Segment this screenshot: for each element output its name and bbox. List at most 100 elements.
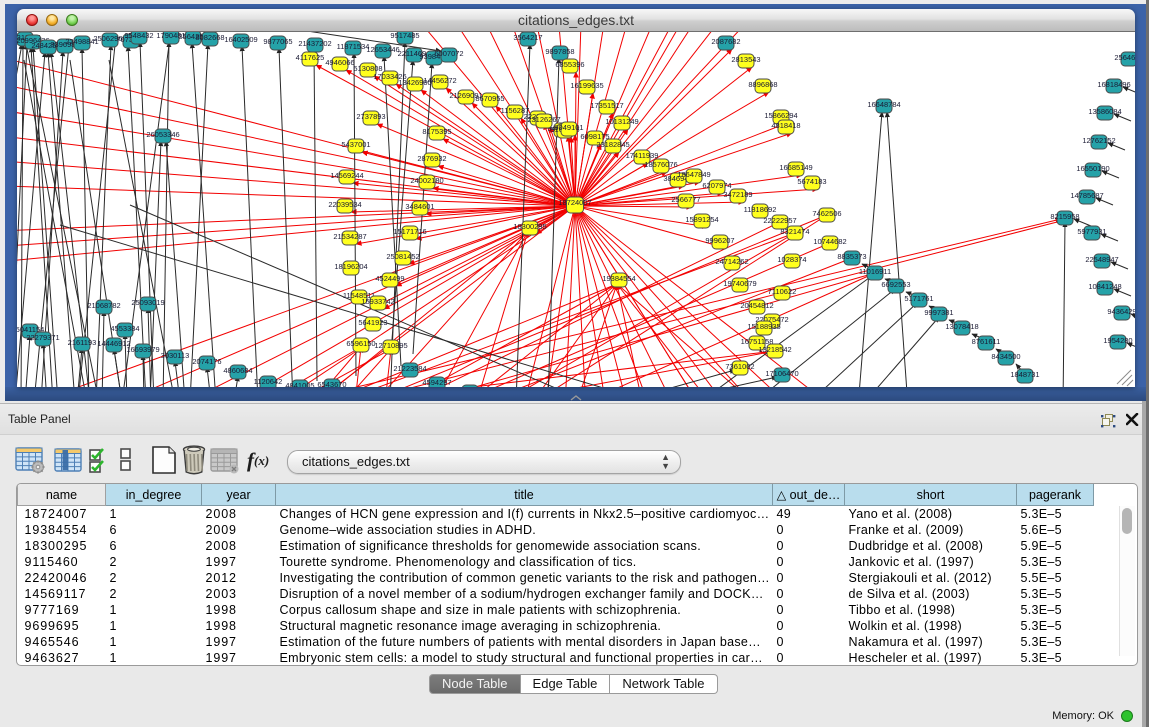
- svg-text:4117625: 4117625: [296, 53, 325, 62]
- svg-text:9997381: 9997381: [924, 308, 953, 317]
- svg-text:4553384: 4553384: [110, 324, 139, 333]
- svg-text:19384554: 19384554: [602, 274, 635, 283]
- svg-text:12762152: 12762152: [1082, 136, 1115, 145]
- svg-text:5437001: 5437001: [341, 140, 370, 149]
- svg-text:9548432: 9548432: [124, 32, 153, 40]
- svg-text:8082668: 8082668: [195, 33, 224, 42]
- svg-text:15933742: 15933742: [361, 297, 394, 306]
- svg-text:6596150: 6596150: [346, 339, 375, 348]
- svg-text:6049101: 6049101: [554, 123, 583, 132]
- svg-text:16402509: 16402509: [224, 35, 257, 44]
- svg-text:22279371: 22279371: [26, 333, 59, 342]
- svg-text:18300295: 18300295: [513, 222, 546, 231]
- svg-text:3030113: 3030113: [161, 351, 190, 360]
- svg-text:2564689: 2564689: [1114, 53, 1135, 62]
- svg-text:4841005: 4841005: [285, 381, 314, 387]
- svg-text:13078418: 13078418: [945, 322, 978, 331]
- svg-text:6207974: 6207974: [702, 181, 731, 190]
- svg-text:3564217: 3564217: [513, 33, 542, 42]
- svg-text:16693979: 16693979: [126, 345, 159, 354]
- svg-text:17106470: 17106470: [765, 369, 798, 378]
- svg-text:3472189: 3472189: [723, 190, 752, 199]
- svg-text:14456272: 14456272: [423, 76, 456, 85]
- svg-text:8175395: 8175395: [422, 127, 451, 136]
- svg-text:15866294: 15866294: [764, 111, 797, 120]
- svg-text:2566777: 2566777: [671, 195, 700, 204]
- svg-text:21534287: 21534287: [333, 232, 366, 241]
- svg-text:5977931: 5977931: [1077, 227, 1106, 236]
- svg-text:18576076: 18576076: [644, 160, 677, 169]
- svg-text:11016911: 11016911: [859, 267, 891, 276]
- svg-text:4594297: 4594297: [422, 378, 451, 387]
- svg-text:9897858: 9897858: [545, 47, 574, 56]
- svg-text:6855396: 6855396: [555, 60, 584, 69]
- svg-text:12653446: 12653446: [366, 45, 399, 54]
- svg-text:16648784: 16648784: [867, 100, 900, 109]
- svg-text:1120642: 1120642: [254, 377, 283, 386]
- svg-text:17411939: 17411939: [626, 151, 659, 160]
- svg-text:21437202: 21437202: [298, 39, 331, 48]
- svg-text:16550190: 16550190: [1076, 164, 1109, 173]
- svg-text:18196204: 18196204: [334, 262, 367, 271]
- svg-text:4946066: 4946066: [325, 58, 354, 67]
- svg-text:2074176: 2074176: [192, 357, 221, 366]
- svg-text:8215958: 8215958: [1050, 212, 1079, 221]
- svg-text:7462506: 7462506: [812, 209, 841, 218]
- svg-text:14785687: 14785687: [1070, 191, 1103, 200]
- svg-text:9436429: 9436429: [1107, 307, 1135, 316]
- svg-text:13218542: 13218542: [758, 345, 791, 354]
- svg-text:5641923: 5641923: [358, 318, 387, 327]
- svg-text:9877065: 9877065: [263, 37, 292, 46]
- svg-text:8761611: 8761611: [972, 337, 1001, 346]
- svg-text:13586084: 13586084: [1088, 107, 1121, 116]
- svg-text:19740679: 19740679: [723, 279, 756, 288]
- svg-text:8670955: 8670955: [475, 94, 504, 103]
- svg-text:14076817: 14076817: [453, 386, 486, 387]
- svg-text:16685149: 16685149: [779, 163, 812, 172]
- svg-text:14569244: 14569244: [330, 171, 363, 180]
- svg-text:8835373: 8835373: [837, 252, 866, 261]
- svg-text:18647849: 18647849: [677, 170, 710, 179]
- svg-text:4860684: 4860684: [223, 366, 252, 375]
- svg-text:2876932: 2876932: [417, 154, 446, 163]
- svg-text:9996207: 9996207: [705, 236, 734, 245]
- svg-text:12710895: 12710895: [374, 341, 407, 350]
- svg-text:(x): (x): [254, 453, 269, 468]
- svg-text:2087682: 2087682: [711, 37, 740, 46]
- svg-text:15171716: 15171716: [393, 227, 426, 236]
- svg-text:1848731: 1848731: [1010, 370, 1039, 379]
- svg-text:6007072: 6007072: [434, 49, 463, 58]
- svg-text:25093019: 25093019: [131, 298, 164, 307]
- svg-text:8321474: 8321474: [780, 227, 809, 236]
- svg-text:10744682: 10744682: [813, 237, 846, 246]
- svg-text:20454812: 20454812: [740, 301, 773, 310]
- svg-text:9517485: 9517485: [390, 32, 419, 40]
- svg-text:2813543: 2813543: [731, 55, 760, 64]
- svg-text:15891254: 15891254: [685, 215, 718, 224]
- svg-text:2161193: 2161193: [68, 338, 97, 347]
- svg-text:5674183: 5674183: [797, 177, 826, 186]
- svg-text:4818418: 4818418: [771, 121, 800, 130]
- svg-text:2737893: 2737893: [356, 112, 385, 121]
- svg-text:21068782: 21068782: [87, 301, 120, 310]
- svg-text:7361002: 7361002: [725, 362, 754, 371]
- svg-text:10841248: 10841248: [1088, 282, 1121, 291]
- svg-text:4524499: 4524499: [375, 274, 404, 283]
- svg-text:16818496: 16818496: [1097, 80, 1130, 89]
- svg-text:3484601: 3484601: [405, 202, 434, 211]
- svg-text:25081452: 25081452: [386, 252, 419, 261]
- svg-text:10131249: 10131249: [605, 117, 638, 126]
- svg-text:22039534: 22039534: [328, 200, 361, 209]
- svg-text:1954280: 1954280: [1103, 336, 1132, 345]
- svg-text:24002180: 24002180: [410, 176, 443, 185]
- svg-text:26053346: 26053346: [146, 130, 179, 139]
- svg-text:24714262: 24714262: [715, 257, 748, 266]
- svg-text:7110622: 7110622: [768, 287, 797, 296]
- svg-text:6543670: 6543670: [317, 380, 346, 387]
- svg-text:5171761: 5171761: [904, 294, 933, 303]
- svg-text:1028374: 1028374: [777, 255, 806, 264]
- svg-text:8434500: 8434500: [991, 352, 1020, 361]
- svg-text:22222957: 22222957: [763, 216, 796, 225]
- svg-text:22548947: 22548947: [1085, 255, 1118, 264]
- svg-text:15188935: 15188935: [747, 322, 780, 331]
